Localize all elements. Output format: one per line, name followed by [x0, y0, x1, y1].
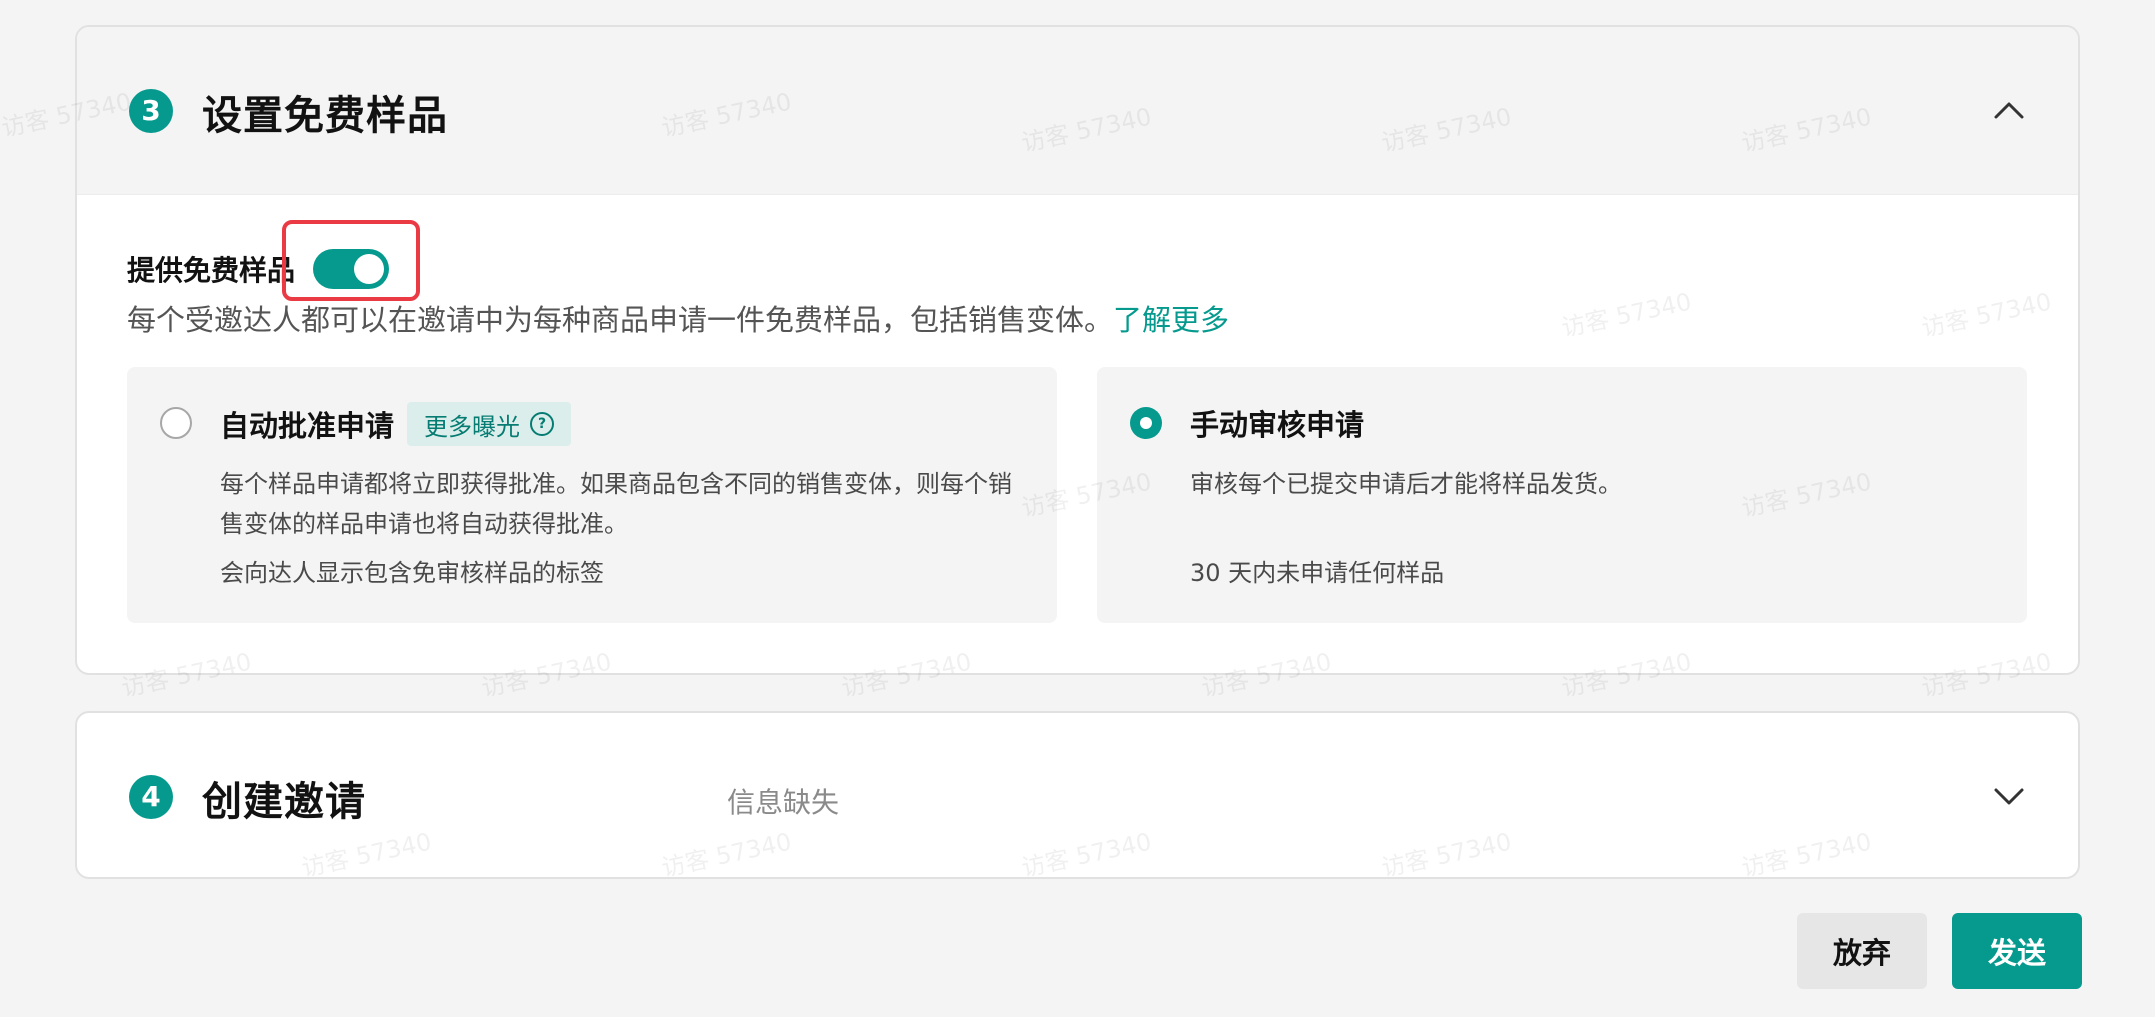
section-create-invitation[interactable]: 4 创建邀请 信息缺失 — [75, 711, 2080, 879]
tag-label: 更多曝光 — [424, 412, 521, 441]
help-icon[interactable]: ? — [530, 412, 555, 436]
step-badge: 4 — [129, 775, 173, 819]
free-sample-toggle-row: 提供免费样品 — [127, 247, 390, 291]
section-title: 设置免费样品 — [202, 93, 448, 139]
manual-review-title: 手动审核申请 — [1190, 408, 1365, 442]
section-free-samples: 3 设置免费样品 提供免费样品 每个受邀达人都可以在邀请中为每种商品申请一件免费… — [75, 25, 2080, 675]
option-title: 手动审核申请 — [1190, 402, 1364, 444]
toggle-label: 提供免费样品 — [127, 254, 296, 287]
chevron-up-icon[interactable] — [1990, 91, 2028, 129]
more-exposure-tag[interactable]: 更多曝光 ? — [407, 402, 572, 446]
chevron-down-icon[interactable] — [1990, 777, 2028, 815]
learn-more-link[interactable]: 了解更多 — [1113, 303, 1229, 337]
section-title: 创建邀请 — [202, 779, 366, 825]
auto-approve-note: 会向达人显示包含免审核样品的标签 — [220, 559, 604, 587]
send-button[interactable]: 发送 — [1952, 913, 2082, 989]
section-header[interactable]: 3 设置免费样品 — [77, 27, 2078, 195]
auto-approve-radio[interactable] — [160, 407, 192, 439]
status-missing-info: 信息缺失 — [727, 786, 840, 819]
auto-approve-description: 每个样品申请都将立即获得批准。如果商品包含不同的销售变体，则每个销售变体的样品申… — [220, 470, 1012, 538]
description-text: 每个受邀达人都可以在邀请中为每种商品申请一件免费样品，包括销售变体。 — [127, 303, 1114, 337]
manual-review-note: 30 天内未申请任何样品 — [1190, 559, 1445, 587]
option-auto-approve[interactable]: 自动批准申请 更多曝光 ? 每个样品申请都将立即获得批准。如果商品包含不同的销售… — [127, 367, 1057, 623]
step-badge: 3 — [129, 89, 173, 133]
manual-review-radio[interactable] — [1130, 407, 1162, 439]
toggle-knob — [354, 254, 385, 284]
free-sample-description: 每个受邀达人都可以在邀请中为每种商品申请一件免费样品，包括销售变体。了解更多 — [127, 297, 1229, 339]
auto-approve-title: 自动批准申请 — [220, 409, 395, 443]
option-manual-review[interactable]: 手动审核申请 审核每个已提交申请后才能将样品发货。 30 天内未申请任何样品 — [1097, 367, 2027, 623]
manual-review-description: 审核每个已提交申请后才能将样品发货。 — [1190, 470, 1622, 498]
discard-button[interactable]: 放弃 — [1797, 913, 1927, 989]
free-sample-toggle[interactable] — [313, 249, 390, 289]
option-title: 自动批准申请 更多曝光 ? — [220, 402, 572, 446]
